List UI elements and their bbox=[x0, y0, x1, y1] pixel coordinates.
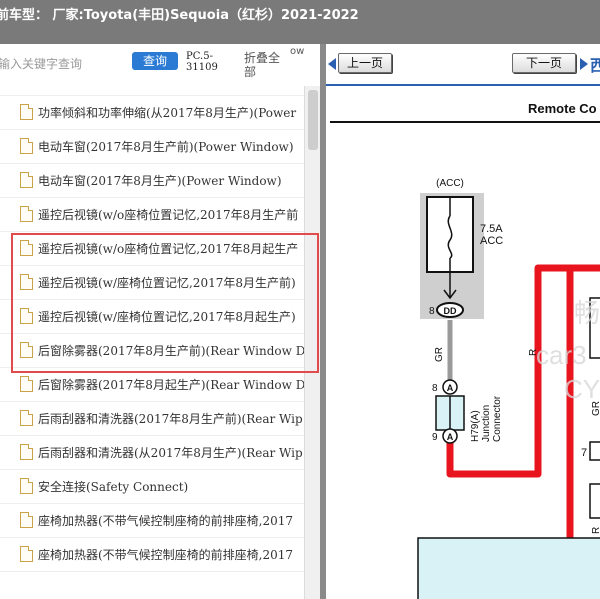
document-icon bbox=[20, 172, 33, 188]
document-icon bbox=[20, 546, 33, 562]
right-component-mid bbox=[589, 483, 600, 519]
tree-item-label: 遥控后视镜(w/o座椅位置记忆,2017年8月生产前 bbox=[38, 208, 299, 222]
watermark-2: car3 bbox=[536, 340, 587, 370]
tree-item[interactable]: 遥控后视镜(w/o座椅位置记忆,2017年8月生产前 bbox=[0, 198, 304, 232]
label-a-top: A bbox=[447, 383, 454, 393]
search-input[interactable] bbox=[0, 52, 126, 76]
tree-item-label: 座椅加热器(不带气候控制座椅的前排座椅,2017 bbox=[38, 514, 294, 528]
tree-item-label: 电动车窗(2017年8月生产前)(Power Window) bbox=[38, 140, 294, 154]
tree-item-label: 后雨刮器和清洗器(从2017年8月生产)(Rear Wip bbox=[38, 446, 303, 460]
document-icon bbox=[20, 410, 33, 426]
tree-item-label: 座椅加热器(不带气候控制座椅的前排座椅,2017 bbox=[38, 548, 294, 562]
tree-item[interactable]: 座椅加热器(不带气候控制座椅的前排座椅,2017 bbox=[0, 504, 304, 538]
label-acc-top: (ACC) bbox=[436, 178, 464, 189]
label-pin-7: 7 bbox=[581, 447, 587, 459]
label-fuse-name: ACC bbox=[480, 235, 503, 247]
label-pin-8-a: 8 bbox=[432, 383, 438, 394]
tree-item-label: 后雨刮器和清洗器(2017年8月生产前)(Rear Wip bbox=[38, 412, 303, 426]
corner-fragment: ow bbox=[290, 46, 305, 57]
tree-item-label: 功率倾斜和功率伸缩(2017年8月生产前)(Power bbox=[38, 86, 296, 87]
watermark-3: CY bbox=[564, 374, 600, 404]
document-icon bbox=[20, 104, 33, 120]
collapse-all-button[interactable]: 折叠全部 bbox=[244, 51, 284, 79]
label-a-bottom: A bbox=[447, 432, 454, 442]
label-wire-gr: GR bbox=[434, 347, 445, 362]
query-button[interactable]: 查询 bbox=[132, 52, 178, 70]
document-icon bbox=[20, 206, 33, 222]
tree-item-label: 功率倾斜和功率伸缩(从2017年8月生产)(Power bbox=[38, 106, 297, 120]
label-dd: DD bbox=[444, 306, 457, 316]
tree-item[interactable]: 后窗除雾器(2017年8月起生产)(Rear Window De bbox=[0, 368, 304, 402]
search-bar: 查询 PC.5-31109 折叠全部 ow bbox=[0, 44, 320, 86]
label-connector-code: H79(A) bbox=[470, 410, 481, 442]
document-icon bbox=[20, 512, 33, 528]
viewer-panel: 上一页 下一页 西 Remote Co (ACC) 7.5A ACC 8 DD … bbox=[326, 44, 600, 599]
label-connector-name1: Junction bbox=[481, 405, 492, 442]
tree-item-label: 电动车窗(2017年8月生产)(Power Window) bbox=[38, 174, 282, 188]
label-pin-8-dd: 8 bbox=[429, 306, 435, 317]
tree-scroll-thumb[interactable] bbox=[308, 90, 318, 150]
tree-item[interactable]: 座椅加热器(不带气候控制座椅的前排座椅,2017 bbox=[0, 538, 304, 572]
tree-item[interactable]: 功率倾斜和功率伸缩(从2017年8月生产)(Power bbox=[0, 96, 304, 130]
label-pin-9-a: 9 bbox=[432, 432, 438, 443]
tree-item[interactable]: 电动车窗(2017年8月生产前)(Power Window) bbox=[0, 130, 304, 164]
tree-item[interactable]: 后雨刮器和清洗器(从2017年8月生产)(Rear Wip bbox=[0, 436, 304, 470]
tree-item-label: 后窗除雾器(2017年8月起生产)(Rear Window De bbox=[38, 378, 304, 392]
pc-code-label: PC.5-31109 bbox=[186, 51, 218, 73]
wiring-diagram: (ACC) 7.5A ACC 8 DD GR R 8 A 9 A H79(A) … bbox=[330, 121, 600, 599]
tree-item-label: 安全连接(Safety Connect) bbox=[38, 480, 189, 494]
tree-item[interactable]: 后雨刮器和清洗器(2017年8月生产前)(Rear Wip bbox=[0, 402, 304, 436]
highlight-box bbox=[11, 233, 319, 373]
tree-item[interactable]: 功率倾斜和功率伸缩(2017年8月生产前)(Power bbox=[0, 86, 304, 96]
window-title: 前车型： 厂家:Toyota(丰田)Sequoia（红杉）2021-2022 bbox=[0, 8, 359, 23]
title-bar: 前车型： 厂家:Toyota(丰田)Sequoia（红杉）2021-2022 bbox=[0, 0, 600, 44]
tree-item[interactable]: 安全连接(Safety Connect) bbox=[0, 470, 304, 504]
tree-item[interactable]: 电动车窗(2017年8月生产)(Power Window) bbox=[0, 164, 304, 198]
document-icon bbox=[20, 376, 33, 392]
document-icon bbox=[20, 138, 33, 154]
watermark-1: 畅 bbox=[574, 298, 600, 328]
right-component-pin7 bbox=[589, 441, 600, 461]
label-connector-name2: Connector bbox=[492, 395, 503, 442]
bottom-ecu-block bbox=[417, 537, 600, 599]
label-fuse-rating: 7.5A bbox=[480, 223, 503, 235]
label-wire-r-right: R bbox=[591, 527, 600, 534]
document-icon bbox=[20, 478, 33, 494]
document-icon bbox=[20, 444, 33, 460]
